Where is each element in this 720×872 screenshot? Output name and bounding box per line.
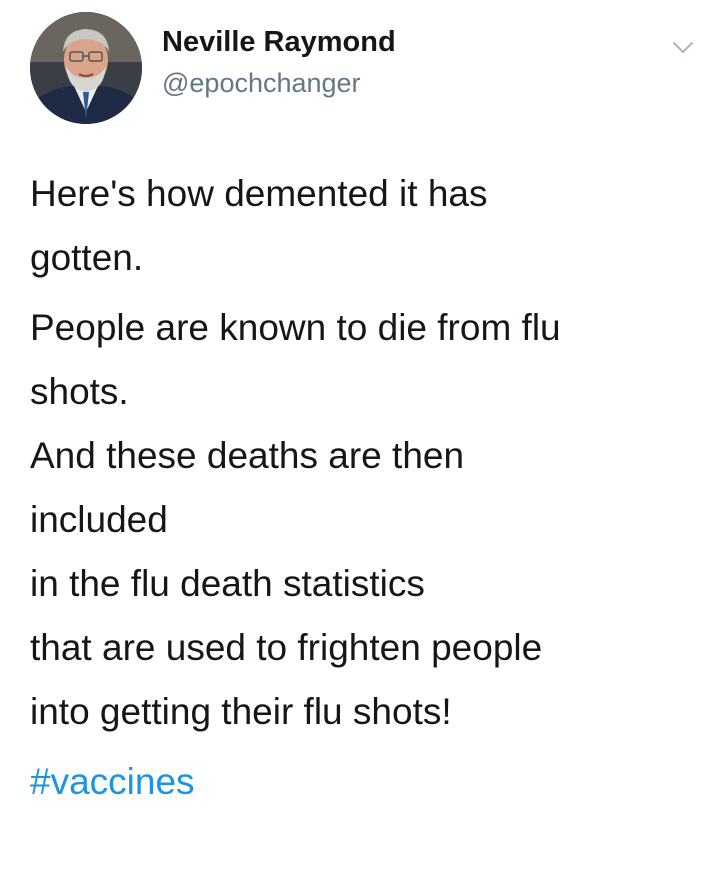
- tweet-line: into getting their flu shots!: [30, 691, 452, 732]
- tweet-paragraph-2: People are known to die from flu shots. …: [30, 296, 690, 744]
- tweet-header: Neville Raymond @epochchanger: [30, 12, 700, 124]
- tweet-line: Here's how demented it has: [30, 173, 488, 214]
- tweet-line: People are known to die from flu: [30, 307, 561, 348]
- avatar-photo: [30, 12, 142, 124]
- tweet-line: gotten.: [30, 237, 144, 278]
- chevron-down-icon[interactable]: [670, 34, 696, 60]
- author-name[interactable]: Neville Raymond: [162, 26, 396, 59]
- tweet-line: And these deaths are then: [30, 435, 465, 476]
- tweet-paragraph-1: Here's how demented it has gotten.: [30, 162, 690, 290]
- tweet-line: in the flu death statistics: [30, 563, 425, 604]
- tweet-line: shots.: [30, 371, 129, 412]
- author-handle[interactable]: @epochchanger: [162, 68, 361, 99]
- tweet-line: that are used to frighten people: [30, 627, 543, 668]
- tweet-text: Here's how demented it has gotten. Peopl…: [30, 162, 690, 814]
- hashtag-link[interactable]: #vaccines: [30, 750, 690, 814]
- tweet-card: Neville Raymond @epochchanger Here's how…: [0, 0, 720, 872]
- tweet-line: included: [30, 499, 168, 540]
- avatar[interactable]: [30, 12, 142, 124]
